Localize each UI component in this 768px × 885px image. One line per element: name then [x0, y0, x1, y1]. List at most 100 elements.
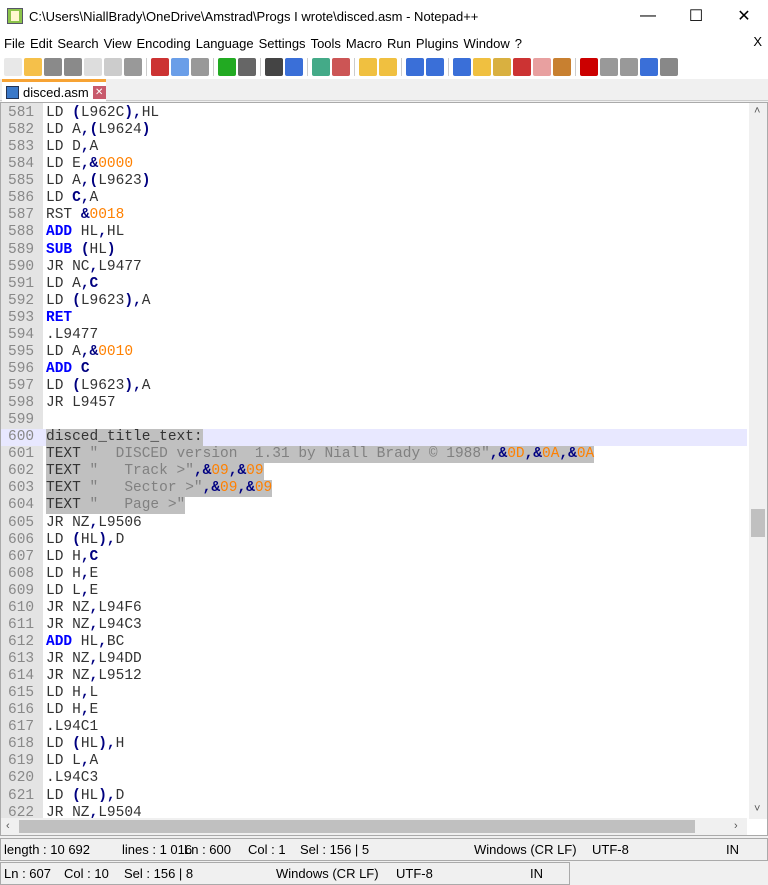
- code-lines[interactable]: 581 LD (L962C),HL 582 LD A,(L9624) 583 LD D,A…: [1, 105, 747, 822]
- tab-close-icon[interactable]: ✕: [92, 85, 106, 99]
- find-icon[interactable]: [265, 57, 283, 76]
- redo-icon[interactable]: [238, 57, 256, 76]
- code-line[interactable]: 608 LD H,E: [1, 566, 747, 583]
- new-icon[interactable]: [4, 57, 22, 76]
- replace-icon[interactable]: [285, 57, 303, 76]
- code-line[interactable]: 585 LD A,(L9623): [1, 173, 747, 190]
- code-line[interactable]: 588 ADD HL,HL: [1, 224, 747, 241]
- code-line[interactable]: 590 JR NC,L9477: [1, 259, 747, 276]
- code-line[interactable]: 592 LD (L9623),A: [1, 293, 747, 310]
- sync-vertical-icon[interactable]: [359, 57, 377, 76]
- menu-edit[interactable]: Edit: [30, 36, 52, 51]
- menu-search[interactable]: Search: [57, 36, 98, 51]
- code-line[interactable]: 598 JR L9457: [1, 395, 747, 412]
- vertical-scrollbar[interactable]: ˄ ˅: [749, 103, 767, 819]
- close-document-button[interactable]: X: [753, 34, 762, 49]
- menu-settings[interactable]: Settings: [259, 36, 306, 51]
- code-line[interactable]: 581 LD (L962C),HL: [1, 105, 747, 122]
- menu-view[interactable]: View: [104, 36, 132, 51]
- menu-plugins[interactable]: Plugins: [416, 36, 459, 51]
- menu-tools[interactable]: Tools: [311, 36, 341, 51]
- code-line[interactable]: 601 TEXT " DISCED version 1.31 by Niall B…: [1, 446, 747, 464]
- menu-macro[interactable]: Macro: [346, 36, 382, 51]
- minimize-button[interactable]: —: [624, 0, 672, 32]
- stop-macro-icon[interactable]: [600, 57, 618, 76]
- monitor-icon[interactable]: [553, 57, 571, 76]
- code-line[interactable]: 604 TEXT " Page >": [1, 497, 747, 515]
- code-line[interactable]: 596 ADD C: [1, 361, 747, 378]
- code-line[interactable]: 593 RET: [1, 310, 747, 327]
- horizontal-scrollbar[interactable]: ‹ ›: [1, 818, 747, 835]
- word-wrap-icon[interactable]: [406, 57, 424, 76]
- close-button[interactable]: ✕: [720, 0, 768, 32]
- code-line[interactable]: 583 LD D,A: [1, 139, 747, 156]
- record-macro-icon[interactable]: [580, 57, 598, 76]
- maximize-button[interactable]: ☐: [672, 0, 720, 32]
- copy-icon[interactable]: [171, 57, 189, 76]
- code-line[interactable]: 621 LD (HL),D: [1, 788, 747, 805]
- code-line[interactable]: 589 SUB (HL): [1, 242, 747, 259]
- menu-help[interactable]: ?: [515, 36, 522, 51]
- save-all-icon[interactable]: [64, 57, 82, 76]
- zoom-in-icon[interactable]: [312, 57, 330, 76]
- paste-icon[interactable]: [191, 57, 209, 76]
- menu-language[interactable]: Language: [196, 36, 254, 51]
- folder-workspace-icon[interactable]: [533, 57, 551, 76]
- menu-window[interactable]: Window: [464, 36, 510, 51]
- code-line[interactable]: 586 LD C,A: [1, 190, 747, 207]
- close-all-icon[interactable]: [104, 57, 122, 76]
- run-macro-multiple-icon[interactable]: [640, 57, 658, 76]
- scroll-up-icon[interactable]: ˄: [754, 103, 760, 120]
- code-line[interactable]: 602 TEXT " Track >",&09,&09: [1, 463, 747, 481]
- code-line[interactable]: 595 LD A,&0010: [1, 344, 747, 361]
- open-icon[interactable]: [24, 57, 42, 76]
- code-line[interactable]: 584 LD E,&0000: [1, 156, 747, 173]
- code-line[interactable]: 617 .L94C1: [1, 719, 747, 736]
- function-list-icon[interactable]: [513, 57, 531, 76]
- save-macro-icon[interactable]: [660, 57, 678, 76]
- code-line[interactable]: 615 LD H,L: [1, 685, 747, 702]
- code-line[interactable]: 616 LD H,E: [1, 702, 747, 719]
- print-icon[interactable]: [124, 57, 142, 76]
- code-line[interactable]: 614 JR NZ,L9512: [1, 668, 747, 685]
- code-line[interactable]: 607 LD H,C: [1, 549, 747, 566]
- code-line[interactable]: 609 LD L,E: [1, 583, 747, 600]
- vertical-scroll-thumb[interactable]: [751, 509, 765, 537]
- udl-icon[interactable]: [473, 57, 491, 76]
- tab-disced-asm[interactable]: disced.asm ✕: [2, 79, 106, 102]
- code-line[interactable]: 611 JR NZ,L94C3: [1, 617, 747, 634]
- code-line[interactable]: 597 LD (L9623),A: [1, 378, 747, 395]
- code-line[interactable]: 620 .L94C3: [1, 770, 747, 787]
- code-editor[interactable]: 581 LD (L962C),HL 582 LD A,(L9624) 583 LD D,A…: [0, 102, 768, 836]
- play-macro-icon[interactable]: [620, 57, 638, 76]
- code-line[interactable]: 619 LD L,A: [1, 753, 747, 770]
- horizontal-scroll-thumb[interactable]: [19, 820, 695, 833]
- code-line[interactable]: 610 JR NZ,L94F6: [1, 600, 747, 617]
- scroll-down-icon[interactable]: ˅: [754, 801, 760, 818]
- code-line[interactable]: 582 LD A,(L9624): [1, 122, 747, 139]
- code-line[interactable]: 603 TEXT " Sector >",&09,&09: [1, 480, 747, 498]
- cut-icon[interactable]: [151, 57, 169, 76]
- code-line[interactable]: 599: [1, 412, 747, 429]
- zoom-out-icon[interactable]: [332, 57, 350, 76]
- menu-file[interactable]: File: [4, 36, 25, 51]
- code-line[interactable]: 600 disced_title_text:: [1, 429, 747, 447]
- code-line[interactable]: 613 JR NZ,L94DD: [1, 651, 747, 668]
- code-line[interactable]: 587 RST &0018: [1, 207, 747, 224]
- code-line[interactable]: 594 .L9477: [1, 327, 747, 344]
- indent-guide-icon[interactable]: [453, 57, 471, 76]
- sync-horizontal-icon[interactable]: [379, 57, 397, 76]
- undo-icon[interactable]: [218, 57, 236, 76]
- save-icon[interactable]: [44, 57, 62, 76]
- menu-encoding[interactable]: Encoding: [137, 36, 191, 51]
- close-icon[interactable]: [84, 57, 102, 76]
- scroll-right-icon[interactable]: ›: [734, 818, 738, 835]
- code-line[interactable]: 612 ADD HL,BC: [1, 634, 747, 651]
- show-all-chars-icon[interactable]: [426, 57, 444, 76]
- doc-map-icon[interactable]: [493, 57, 511, 76]
- scroll-left-icon[interactable]: ‹: [6, 818, 10, 835]
- code-line[interactable]: 618 LD (HL),H: [1, 736, 747, 753]
- code-line[interactable]: 591 LD A,C: [1, 276, 747, 293]
- code-line[interactable]: 605 JR NZ,L9506: [1, 515, 747, 532]
- code-line[interactable]: 606 LD (HL),D: [1, 532, 747, 549]
